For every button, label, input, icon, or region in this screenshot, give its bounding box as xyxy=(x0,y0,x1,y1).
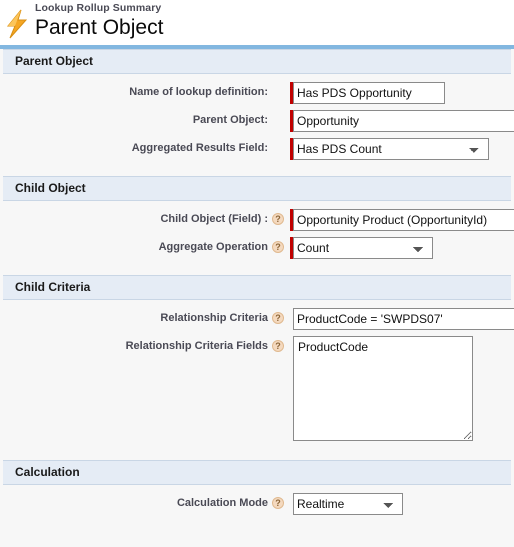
field-row-child-object-field: Child Object (Field) :? xyxy=(0,209,514,231)
label-aggregate-operation: Aggregate Operation xyxy=(158,241,268,253)
section-header-child-object: Child Object xyxy=(3,176,511,201)
page-eyebrow: Lookup Rollup Summary xyxy=(35,2,162,14)
section-body-parent-object: Name of lookup definition: Parent Object:… xyxy=(0,74,514,176)
label-aggregated-results-field: Aggregated Results Field: xyxy=(131,142,268,154)
field-row-aggregate-operation: Aggregate Operation? Count xyxy=(0,237,514,259)
help-icon-relationship-criteria[interactable]: ? xyxy=(272,312,284,324)
field-row-relationship-criteria-fields: Relationship Criteria Fields? xyxy=(0,336,514,444)
label-child-object-field: Child Object (Field) : xyxy=(160,213,268,225)
page-header: Lookup Rollup Summary Parent Object xyxy=(0,0,514,45)
section-header-child-criteria: Child Criteria xyxy=(3,275,511,300)
input-parent-object[interactable] xyxy=(293,110,514,132)
control-wrap-parent-object xyxy=(293,110,514,132)
select-aggregate-operation[interactable]: Count xyxy=(293,237,433,259)
label-relationship-criteria-fields: Relationship Criteria Fields xyxy=(125,340,268,352)
help-icon-relationship-criteria-fields[interactable]: ? xyxy=(272,340,284,352)
help-icon-calculation-mode[interactable]: ? xyxy=(272,497,284,509)
select-calculation-mode[interactable]: Realtime xyxy=(293,493,403,515)
help-icon-aggregate-operation[interactable]: ? xyxy=(272,241,284,253)
label-name-of-lookup-definition: Name of lookup definition: xyxy=(129,86,268,98)
input-child-object-field[interactable] xyxy=(293,209,514,231)
field-row-calculation-mode: Calculation Mode? Realtime xyxy=(0,493,514,515)
section-header-parent-object: Parent Object xyxy=(3,49,511,74)
section-header-calculation: Calculation xyxy=(3,460,511,485)
form-body: Parent Object Name of lookup definition: P… xyxy=(0,49,514,547)
control-wrap-aggregated-results-field: Has PDS Count xyxy=(293,138,514,160)
field-row-parent-object: Parent Object: xyxy=(0,110,514,132)
field-row-aggregated-results-field: Aggregated Results Field: Has PDS Count xyxy=(0,138,514,160)
control-wrap-child-object-field xyxy=(293,209,514,231)
section-parent-object: Parent Object Name of lookup definition: P… xyxy=(0,49,514,176)
label-relationship-criteria: Relationship Criteria xyxy=(160,312,268,324)
control-wrap-name-of-lookup-definition xyxy=(293,82,514,104)
lightning-bolt-icon xyxy=(4,8,32,40)
field-row-relationship-criteria: Relationship Criteria? xyxy=(0,308,514,330)
control-wrap-relationship-criteria xyxy=(293,308,514,330)
select-aggregated-results-field[interactable]: Has PDS Count xyxy=(293,138,489,160)
textarea-relationship-criteria-fields[interactable] xyxy=(293,336,473,441)
section-child-object: Child ObjectChild Object (Field) :?Aggre… xyxy=(0,176,514,275)
section-body-calculation: Calculation Mode? Realtime xyxy=(0,485,514,531)
control-wrap-calculation-mode: Realtime xyxy=(293,493,514,515)
page-header-text: Lookup Rollup Summary Parent Object xyxy=(35,2,163,40)
control-wrap-relationship-criteria-fields xyxy=(293,336,514,444)
label-calculation-mode: Calculation Mode xyxy=(176,497,268,509)
field-row-name-of-lookup-definition: Name of lookup definition: xyxy=(0,82,514,104)
help-icon-child-object-field[interactable]: ? xyxy=(272,213,284,225)
section-body-child-object: Child Object (Field) :?Aggregate Operati… xyxy=(0,201,514,275)
input-relationship-criteria[interactable] xyxy=(293,308,514,330)
page-title: Parent Object xyxy=(35,16,164,39)
section-calculation: Calculation Calculation Mode? Realtime xyxy=(0,460,514,531)
section-body-child-criteria: Relationship Criteria?Relationship Crite… xyxy=(0,300,514,460)
control-wrap-aggregate-operation: Count xyxy=(293,237,514,259)
label-parent-object: Parent Object: xyxy=(192,114,268,126)
input-name-of-lookup-definition[interactable] xyxy=(293,82,445,104)
section-child-criteria: Child CriteriaRelationship Criteria?Rela… xyxy=(0,275,514,460)
